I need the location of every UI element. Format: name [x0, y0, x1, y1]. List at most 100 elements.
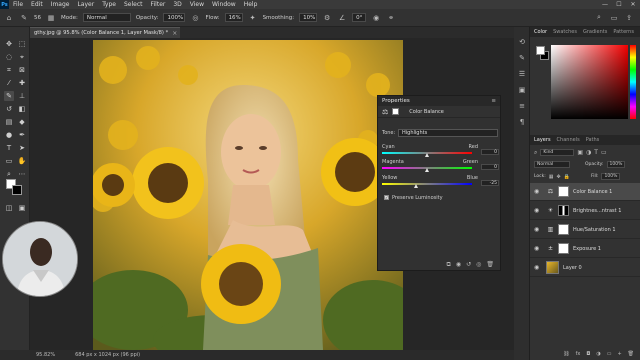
- layer-row[interactable]: ◉ Layer 0: [530, 259, 640, 277]
- pressure-opacity-icon[interactable]: ◎: [190, 13, 200, 23]
- brush-tool-icon[interactable]: ✎: [4, 91, 14, 101]
- brush-tool-icon[interactable]: ✎: [19, 13, 29, 23]
- history-brush-icon[interactable]: ↺: [4, 104, 14, 114]
- tab-patterns[interactable]: Patterns: [613, 29, 634, 35]
- clone-stamp-icon[interactable]: ⊥: [17, 91, 27, 101]
- layer-row[interactable]: ◉ ⚖ Color Balance 1: [530, 183, 640, 201]
- view-previous-icon[interactable]: ◉: [456, 261, 461, 268]
- menu-help[interactable]: Help: [240, 1, 262, 8]
- opacity-field[interactable]: 100%: [606, 161, 626, 168]
- clip-to-layer-icon[interactable]: ⧉: [447, 261, 451, 269]
- visibility-icon[interactable]: ◉: [534, 226, 542, 233]
- color-field[interactable]: [551, 45, 628, 119]
- opacity-field[interactable]: 100%: [163, 13, 186, 22]
- menu-filter[interactable]: Filter: [147, 1, 170, 8]
- tone-select[interactable]: Highlights: [398, 129, 498, 137]
- type-tool-icon[interactable]: T: [4, 143, 14, 153]
- zoom-tool-icon[interactable]: ⌕: [4, 169, 14, 179]
- reset-icon[interactable]: ↺: [466, 261, 471, 268]
- new-adjustment-icon[interactable]: ◑: [596, 351, 600, 357]
- close-button[interactable]: ✕: [626, 1, 640, 8]
- close-icon[interactable]: ×: [172, 30, 177, 37]
- new-layer-icon[interactable]: +: [617, 351, 621, 357]
- lasso-tool-icon[interactable]: ◌: [4, 52, 14, 62]
- smoothing-field[interactable]: 10%: [299, 13, 318, 22]
- menu-select[interactable]: Select: [120, 1, 147, 8]
- dodge-tool-icon[interactable]: ●: [4, 130, 14, 140]
- pressure-size-icon[interactable]: ◉: [371, 13, 381, 23]
- pen-tool-icon[interactable]: ✒: [17, 130, 27, 140]
- filter-adjustment-icon[interactable]: ◑: [586, 149, 591, 156]
- maximize-button[interactable]: ☐: [612, 1, 626, 8]
- layer-name[interactable]: Brightnes...ntrast 1: [573, 208, 621, 214]
- layer-row[interactable]: ◉ ▥ Hue/Saturation 1: [530, 221, 640, 239]
- visibility-icon[interactable]: ◉: [534, 264, 542, 271]
- marquee-tool-icon[interactable]: ⬚: [17, 39, 27, 49]
- smoothing-settings-icon[interactable]: ⚙: [322, 13, 332, 23]
- filter-shape-icon[interactable]: ▭: [601, 149, 607, 156]
- visibility-icon[interactable]: ◎: [476, 261, 481, 268]
- layer-name[interactable]: Hue/Saturation 1: [573, 227, 616, 233]
- add-mask-icon[interactable]: ◘: [586, 351, 590, 357]
- layer-name[interactable]: Color Balance 1: [573, 189, 612, 195]
- filter-type-icon[interactable]: T: [594, 149, 598, 156]
- layer-row[interactable]: ◉ ☀ Brightnes...ntrast 1: [530, 202, 640, 220]
- workspace-icon[interactable]: ▭: [609, 13, 619, 23]
- move-tool-icon[interactable]: ✥: [4, 39, 14, 49]
- menu-3d[interactable]: 3D: [169, 1, 185, 8]
- visibility-icon[interactable]: ◉: [534, 188, 542, 195]
- tab-layers[interactable]: Layers: [534, 137, 551, 143]
- tab-channels[interactable]: Channels: [557, 137, 580, 143]
- eyedropper-icon[interactable]: ⁄: [4, 78, 14, 88]
- new-group-icon[interactable]: ▭: [607, 351, 612, 357]
- symmetry-icon[interactable]: ⚭: [386, 13, 396, 23]
- more-tools-icon[interactable]: ⋯: [17, 169, 27, 179]
- layer-mask-thumbnail[interactable]: [558, 186, 569, 197]
- quick-select-icon[interactable]: ⌖: [17, 52, 27, 62]
- tab-swatches[interactable]: Swatches: [553, 29, 577, 35]
- fill-field[interactable]: 100%: [601, 173, 621, 180]
- link-layers-icon[interactable]: ⛓: [563, 351, 569, 357]
- minimize-button[interactable]: —: [598, 1, 612, 8]
- home-icon[interactable]: ⌂: [4, 13, 14, 23]
- layer-name[interactable]: Layer 0: [563, 265, 582, 271]
- layer-name[interactable]: Exposure 1: [573, 246, 601, 252]
- frame-tool-icon[interactable]: ⊠: [17, 65, 27, 75]
- mask-icon[interactable]: [392, 108, 400, 115]
- history-panel-icon[interactable]: ⟲: [517, 37, 527, 47]
- menu-file[interactable]: File: [9, 1, 27, 8]
- search-icon[interactable]: ⌕: [594, 13, 604, 23]
- hue-slider[interactable]: [630, 45, 636, 119]
- healing-brush-icon[interactable]: ✚: [17, 78, 27, 88]
- menu-window[interactable]: Window: [208, 1, 240, 8]
- yellow-blue-value[interactable]: -25: [481, 180, 499, 186]
- crop-tool-icon[interactable]: ⌗: [4, 65, 14, 75]
- visibility-icon[interactable]: ◉: [534, 245, 542, 252]
- gradient-tool-icon[interactable]: ▤: [4, 117, 14, 127]
- brush-settings-panel-icon[interactable]: ✎: [517, 53, 527, 63]
- layer-mask-thumbnail[interactable]: [558, 224, 569, 235]
- yellow-blue-thumb[interactable]: [414, 184, 418, 188]
- tab-gradients[interactable]: Gradients: [583, 29, 607, 35]
- cyan-red-thumb[interactable]: [425, 153, 429, 157]
- panel-menu-icon[interactable]: ≡: [491, 98, 496, 104]
- magenta-green-thumb[interactable]: [425, 168, 429, 172]
- layer-mask-thumbnail[interactable]: [558, 243, 569, 254]
- layer-row[interactable]: ◉ ± Exposure 1: [530, 240, 640, 258]
- menu-layer[interactable]: Layer: [73, 1, 98, 8]
- mode-select[interactable]: Normal: [82, 13, 131, 22]
- properties-panel-icon[interactable]: ≡: [517, 101, 527, 111]
- yellow-blue-slider[interactable]: [382, 183, 472, 185]
- layer-style-icon[interactable]: fx: [576, 351, 581, 357]
- visibility-icon[interactable]: ◉: [534, 207, 542, 214]
- adjustments-panel-icon[interactable]: ☰: [517, 69, 527, 79]
- menu-image[interactable]: Image: [47, 1, 74, 8]
- preserve-luminosity-checkbox[interactable]: ✓: [384, 195, 389, 200]
- blend-mode-select[interactable]: Normal: [534, 161, 570, 168]
- hand-tool-icon[interactable]: ✋: [17, 156, 27, 166]
- libraries-panel-icon[interactable]: ▣: [517, 85, 527, 95]
- layer-mask-thumbnail[interactable]: [558, 205, 569, 216]
- background-color-swatch[interactable]: [12, 185, 22, 195]
- flow-field[interactable]: 16%: [224, 13, 243, 22]
- menu-type[interactable]: Type: [98, 1, 120, 8]
